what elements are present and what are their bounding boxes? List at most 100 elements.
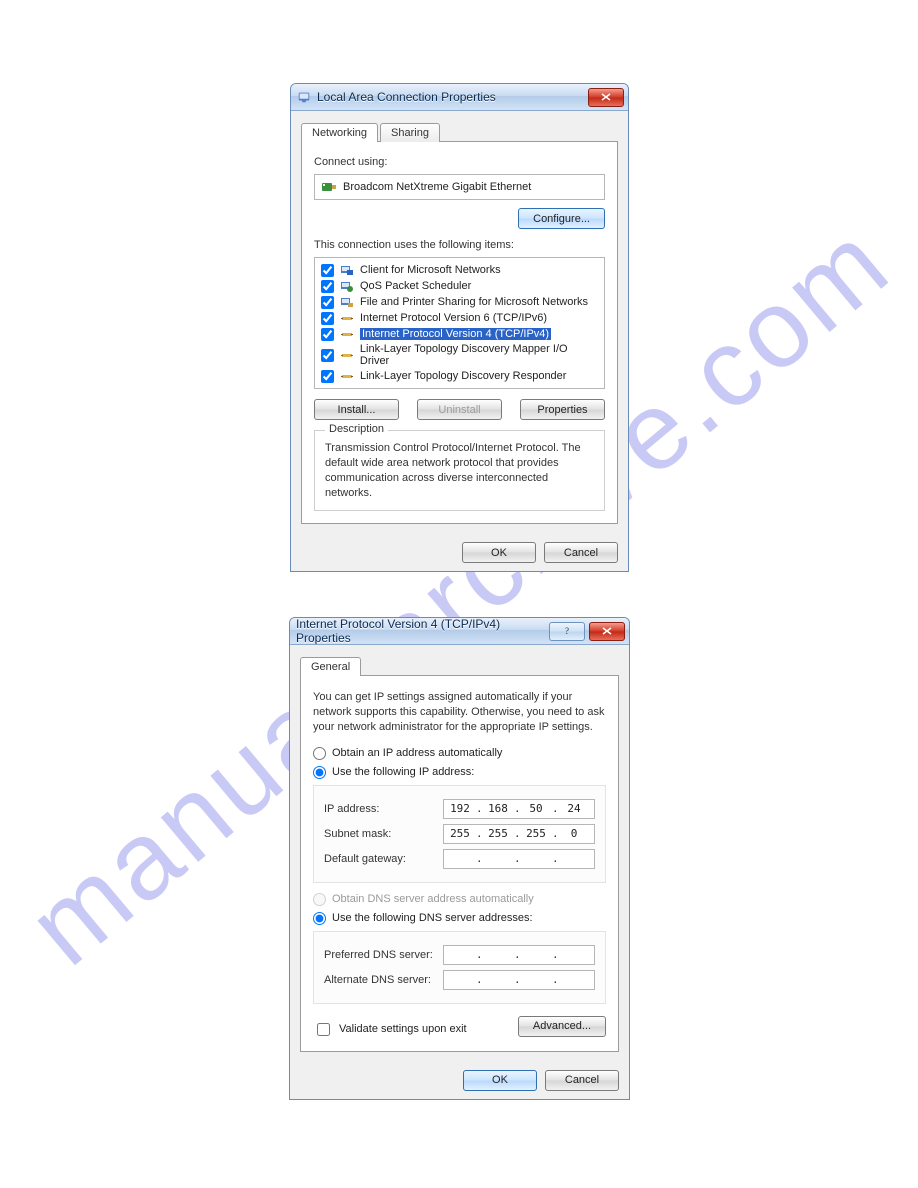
nic-icon	[321, 179, 337, 195]
radio-dns-auto-label: Obtain DNS server address automatically	[332, 893, 534, 905]
ip-fields-group: IP address: 192.168.50.24 Subnet mask: 2…	[313, 785, 606, 883]
dot: .	[476, 973, 482, 986]
advanced-button[interactable]: Advanced...	[518, 1016, 606, 1037]
ip-octet[interactable]: 255	[444, 827, 476, 840]
item-label: Internet Protocol Version 6 (TCP/IPv6)	[360, 312, 547, 324]
adapter-name: Broadcom NetXtreme Gigabit Ethernet	[343, 181, 531, 193]
preferred-dns-field[interactable]: ...	[443, 945, 595, 965]
radio-ip-manual-label: Use the following IP address:	[332, 766, 474, 778]
validate-checkbox[interactable]	[317, 1023, 330, 1036]
ip-octet[interactable]: 24	[558, 802, 590, 815]
radio-ip-manual-input[interactable]	[313, 766, 326, 779]
dot: .	[476, 948, 482, 961]
radio-dns-auto: Obtain DNS server address automatically	[313, 893, 606, 906]
dialog-title: Local Area Connection Properties	[317, 90, 584, 104]
radio-dns-manual-label: Use the following DNS server addresses:	[332, 912, 533, 924]
dialog-lan-properties: Local Area Connection Properties Network…	[290, 83, 629, 572]
ip-octet[interactable]: 255	[482, 827, 514, 840]
dialog-ipv4-properties: Internet Protocol Version 4 (TCP/IPv4) P…	[289, 617, 630, 1100]
item-checkbox[interactable]	[321, 370, 334, 383]
dialog-title: Internet Protocol Version 4 (TCP/IPv4) P…	[296, 617, 545, 645]
connection-item[interactable]: File and Printer Sharing for Microsoft N…	[319, 294, 600, 310]
item-label: Internet Protocol Version 4 (TCP/IPv4)	[360, 328, 551, 340]
item-checkbox[interactable]	[321, 312, 334, 325]
item-checkbox[interactable]	[321, 328, 334, 341]
titlebar[interactable]: Internet Protocol Version 4 (TCP/IPv4) P…	[290, 618, 629, 645]
ip-octet[interactable]: 168	[482, 802, 514, 815]
description-title: Description	[325, 423, 388, 435]
item-label: Link-Layer Topology Discovery Responder	[360, 370, 566, 382]
subnet-label: Subnet mask:	[324, 828, 443, 840]
protocol-icon	[340, 348, 354, 362]
gateway-label: Default gateway:	[324, 853, 443, 865]
dot: .	[552, 948, 558, 961]
radio-ip-manual[interactable]: Use the following IP address:	[313, 766, 606, 779]
protocol-icon	[340, 263, 354, 277]
uninstall-button[interactable]: Uninstall	[417, 399, 502, 420]
titlebar[interactable]: Local Area Connection Properties	[291, 84, 628, 111]
default-gateway-field[interactable]: ...	[443, 849, 595, 869]
item-checkbox[interactable]	[321, 296, 334, 309]
item-checkbox[interactable]	[321, 280, 334, 293]
dot: .	[552, 973, 558, 986]
radio-dns-auto-input	[313, 893, 326, 906]
install-button[interactable]: Install...	[314, 399, 399, 420]
connection-item[interactable]: Internet Protocol Version 6 (TCP/IPv6)	[319, 310, 600, 326]
alt-dns-label: Alternate DNS server:	[324, 974, 443, 986]
tab-general[interactable]: General	[300, 657, 361, 676]
connection-item[interactable]: Link-Layer Topology Discovery Mapper I/O…	[319, 342, 600, 368]
pref-dns-label: Preferred DNS server:	[324, 949, 443, 961]
close-button[interactable]	[588, 88, 624, 107]
dns-fields-group: Preferred DNS server: ... Alternate DNS …	[313, 931, 606, 1004]
item-checkbox[interactable]	[321, 349, 334, 362]
ok-button[interactable]: OK	[462, 542, 536, 563]
item-label: Client for Microsoft Networks	[360, 264, 501, 276]
item-checkbox[interactable]	[321, 264, 334, 277]
ip-address-field[interactable]: 192.168.50.24	[443, 799, 595, 819]
ok-button[interactable]: OK	[463, 1070, 537, 1091]
item-label: QoS Packet Scheduler	[360, 280, 471, 292]
radio-ip-auto-input[interactable]	[313, 747, 326, 760]
tab-panel-general: You can get IP settings assigned automat…	[300, 675, 619, 1052]
validate-checkbox-row[interactable]: Validate settings upon exit	[313, 1020, 467, 1039]
connection-item[interactable]: QoS Packet Scheduler	[319, 278, 600, 294]
dot: .	[476, 852, 482, 865]
protocol-icon	[340, 295, 354, 309]
protocol-icon	[340, 311, 354, 325]
alternate-dns-field[interactable]: ...	[443, 970, 595, 990]
ip-octet[interactable]: 50	[520, 802, 552, 815]
svg-text:?: ?	[565, 626, 569, 636]
subnet-mask-field[interactable]: 255.255.255.0	[443, 824, 595, 844]
item-label: Link-Layer Topology Discovery Mapper I/O…	[360, 343, 598, 367]
dot: .	[514, 973, 520, 986]
tab-panel-networking: Connect using: Broadcom NetXtreme Gigabi…	[301, 141, 618, 524]
items-listbox[interactable]: Client for Microsoft Networks QoS Packet …	[314, 257, 605, 389]
ip-octet[interactable]: 192	[444, 802, 476, 815]
radio-ip-auto[interactable]: Obtain an IP address automatically	[313, 747, 606, 760]
protocol-icon	[340, 279, 354, 293]
intro-note: You can get IP settings assigned automat…	[313, 690, 606, 735]
configure-button[interactable]: Configure...	[518, 208, 605, 229]
connection-item[interactable]: Internet Protocol Version 4 (TCP/IPv4)	[319, 326, 600, 342]
ip-address-label: IP address:	[324, 803, 443, 815]
dot: .	[514, 948, 520, 961]
help-button[interactable]: ?	[549, 622, 585, 641]
tab-networking[interactable]: Networking	[301, 123, 378, 142]
adapter-box[interactable]: Broadcom NetXtreme Gigabit Ethernet	[314, 174, 605, 200]
radio-dns-manual-input[interactable]	[313, 912, 326, 925]
properties-button[interactable]: Properties	[520, 399, 605, 420]
radio-dns-manual[interactable]: Use the following DNS server addresses:	[313, 912, 606, 925]
ip-octet[interactable]: 0	[558, 827, 590, 840]
tab-sharing[interactable]: Sharing	[380, 123, 440, 142]
app-icon	[297, 90, 311, 104]
description-text: Transmission Control Protocol/Internet P…	[325, 441, 594, 500]
description-group: Description Transmission Control Protoco…	[314, 430, 605, 511]
close-button[interactable]	[589, 622, 625, 641]
cancel-button[interactable]: Cancel	[545, 1070, 619, 1091]
connection-item[interactable]: Link-Layer Topology Discovery Responder	[319, 368, 600, 384]
validate-label: Validate settings upon exit	[339, 1023, 467, 1035]
connection-item[interactable]: Client for Microsoft Networks	[319, 262, 600, 278]
protocol-icon	[340, 369, 354, 383]
ip-octet[interactable]: 255	[520, 827, 552, 840]
cancel-button[interactable]: Cancel	[544, 542, 618, 563]
